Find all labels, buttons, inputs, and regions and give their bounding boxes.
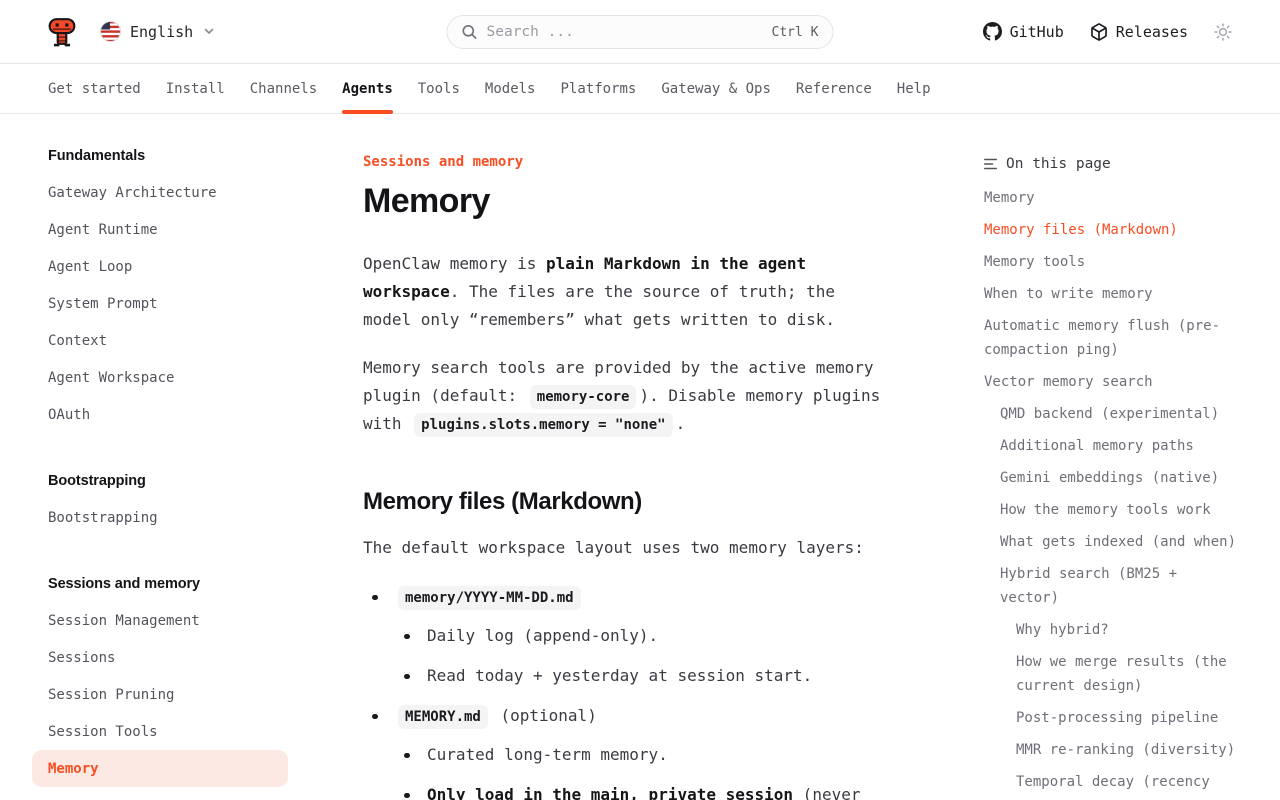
toc-item-why-hybrid[interactable]: Why hybrid? <box>984 618 1238 642</box>
sidebar-item-agent-loop[interactable]: Agent Loop <box>32 248 288 285</box>
sidebar-section-bootstrapping: Bootstrapping Bootstrapping <box>32 473 288 536</box>
toc-item-how-the-memory-tools-work[interactable]: How the memory tools work <box>984 498 1238 522</box>
inline-code: memory/YYYY-MM-DD.md <box>398 586 581 610</box>
toc-item-memory[interactable]: Memory <box>984 186 1238 210</box>
github-link[interactable]: GitHub <box>983 22 1064 41</box>
sidebar-section-title: Sessions and memory <box>32 576 288 592</box>
tab-platforms[interactable]: Platforms <box>560 64 636 113</box>
toc-item-gemini-embeddings[interactable]: Gemini embeddings (native) <box>984 466 1238 490</box>
list-item-text: Curated long-term memory. <box>427 745 668 764</box>
tab-agents[interactable]: Agents <box>342 64 393 113</box>
app-logo[interactable] <box>48 17 76 47</box>
list-item: Curated long-term memory. <box>395 741 883 769</box>
sidebar-item-session-management[interactable]: Session Management <box>32 602 288 639</box>
package-icon <box>1090 23 1108 41</box>
tab-reference[interactable]: Reference <box>796 64 872 113</box>
sidebar-item-oauth[interactable]: OAuth <box>32 396 288 433</box>
sidebar-section-fundamentals: Fundamentals Gateway Architecture Agent … <box>32 148 288 433</box>
list-item-text: Daily log (append-only). <box>427 626 658 645</box>
list-item: MEMORY.md (optional) Curated long-term m… <box>363 702 883 800</box>
toc-item-what-gets-indexed[interactable]: What gets indexed (and when) <box>984 530 1238 554</box>
toc-item-qmd-backend[interactable]: QMD backend (experimental) <box>984 402 1238 426</box>
sidebar-item-session-pruning[interactable]: Session Pruning <box>32 676 288 713</box>
sidebar-section-title: Bootstrapping <box>32 473 288 489</box>
sidebar-item-gateway-architecture[interactable]: Gateway Architecture <box>32 174 288 211</box>
list-item-text: (never <box>793 785 860 800</box>
sidebar-item-agent-runtime[interactable]: Agent Runtime <box>32 211 288 248</box>
search-shortcut: Ctrl K <box>772 25 819 40</box>
primary-nav: Get started Install Channels Agents Tool… <box>0 64 1280 114</box>
intro-paragraph: OpenClaw memory is plain Markdown in the… <box>363 250 883 334</box>
sidebar-item-context[interactable]: Context <box>32 322 288 359</box>
list-lines-icon <box>984 158 997 170</box>
inline-code: plugins.slots.memory = "none" <box>414 413 672 437</box>
tab-models[interactable]: Models <box>485 64 536 113</box>
releases-link[interactable]: Releases <box>1090 23 1188 41</box>
tab-gateway-ops[interactable]: Gateway & Ops <box>661 64 771 113</box>
toc-item-vector-memory-search[interactable]: Vector memory search <box>984 370 1238 394</box>
pixel-lobster-logo-icon <box>48 17 76 47</box>
language-selector[interactable]: English <box>100 21 214 42</box>
sub-list: Curated long-term memory. Only load in t… <box>395 741 883 800</box>
inline-code: MEMORY.md <box>398 705 488 729</box>
toc-item-how-we-merge-results[interactable]: How we merge results (the current design… <box>984 650 1238 698</box>
sidebar-item-bootstrapping[interactable]: Bootstrapping <box>32 499 288 536</box>
github-label: GitHub <box>1010 23 1064 41</box>
paragraph-text: OpenClaw memory is <box>363 254 546 273</box>
sidebar-item-agent-workspace[interactable]: Agent Workspace <box>32 359 288 396</box>
list-item: Only load in the main, private session (… <box>395 781 883 800</box>
tab-help[interactable]: Help <box>897 64 931 113</box>
toc-title: On this page <box>1006 154 1111 174</box>
sidebar-section-title: Fundamentals <box>32 148 288 164</box>
toc-item-hybrid-search[interactable]: Hybrid search (BM25 + vector) <box>984 562 1238 610</box>
chevron-down-icon <box>204 28 214 35</box>
tab-install[interactable]: Install <box>166 64 225 113</box>
theme-toggle[interactable] <box>1214 23 1232 41</box>
list-item: Daily log (append-only). <box>395 622 883 650</box>
page-title: Memory <box>363 180 883 222</box>
toc-item-when-to-write-memory[interactable]: When to write memory <box>984 282 1238 306</box>
us-flag-icon <box>100 21 121 42</box>
toc-item-memory-tools[interactable]: Memory tools <box>984 250 1238 274</box>
list-item: memory/YYYY-MM-DD.md Daily log (append-o… <box>363 583 883 690</box>
sidebar-item-session-tools[interactable]: Session Tools <box>32 713 288 750</box>
tab-channels[interactable]: Channels <box>250 64 317 113</box>
toc-item-automatic-memory-flush[interactable]: Automatic memory flush (pre-compaction p… <box>984 314 1238 362</box>
toc-item-temporal-decay[interactable]: Temporal decay (recency <box>984 770 1238 794</box>
sidebar-item-memory[interactable]: Memory <box>32 750 288 787</box>
tab-tools[interactable]: Tools <box>418 64 460 113</box>
sidebar-item-sessions[interactable]: Sessions <box>32 639 288 676</box>
octocat-icon <box>983 22 1002 41</box>
inline-code: memory-core <box>530 385 637 409</box>
layers-paragraph: The default workspace layout uses two me… <box>363 534 883 562</box>
toc-item-additional-memory-paths[interactable]: Additional memory paths <box>984 434 1238 458</box>
list-item: Read today + yesterday at session start. <box>395 662 883 690</box>
search-input[interactable] <box>487 24 763 40</box>
sub-list: Daily log (append-only). Read today + ye… <box>395 622 883 690</box>
section-heading-memory-files: Memory files (Markdown) <box>363 486 883 518</box>
list-item-text: Read today + yesterday at session start. <box>427 666 812 685</box>
toc-item-mmr-re-ranking[interactable]: MMR re-ranking (diversity) <box>984 738 1238 762</box>
toc-title-row: On this page <box>984 154 1238 174</box>
sidebar-item-system-prompt[interactable]: System Prompt <box>32 285 288 322</box>
memory-layers-list: memory/YYYY-MM-DD.md Daily log (append-o… <box>363 583 883 800</box>
toc-item-post-processing-pipeline[interactable]: Post-processing pipeline <box>984 706 1238 730</box>
releases-label: Releases <box>1116 23 1188 41</box>
on-this-page-toc: On this page Memory Memory files (Markdo… <box>984 114 1238 800</box>
toc-item-memory-files-markdown[interactable]: Memory files (Markdown) <box>984 218 1238 242</box>
paragraph-text: . <box>676 414 686 433</box>
tab-get-started[interactable]: Get started <box>48 64 141 113</box>
list-item-bold-text: Only load in the main, private session <box>427 785 793 800</box>
magnifier-icon <box>462 24 478 40</box>
breadcrumb[interactable]: Sessions and memory <box>363 154 883 170</box>
list-item-text: (optional) <box>491 706 597 725</box>
top-header: English Ctrl K GitHub Releases <box>0 0 1280 64</box>
search-bar[interactable]: Ctrl K <box>447 15 834 49</box>
language-label: English <box>130 23 193 41</box>
plugins-paragraph: Memory search tools are provided by the … <box>363 354 883 438</box>
sidebar: Fundamentals Gateway Architecture Agent … <box>32 114 288 787</box>
sidebar-section-sessions-and-memory: Sessions and memory Session Management S… <box>32 576 288 787</box>
sun-icon <box>1214 23 1232 41</box>
main-content: Sessions and memory Memory OpenClaw memo… <box>363 114 883 800</box>
